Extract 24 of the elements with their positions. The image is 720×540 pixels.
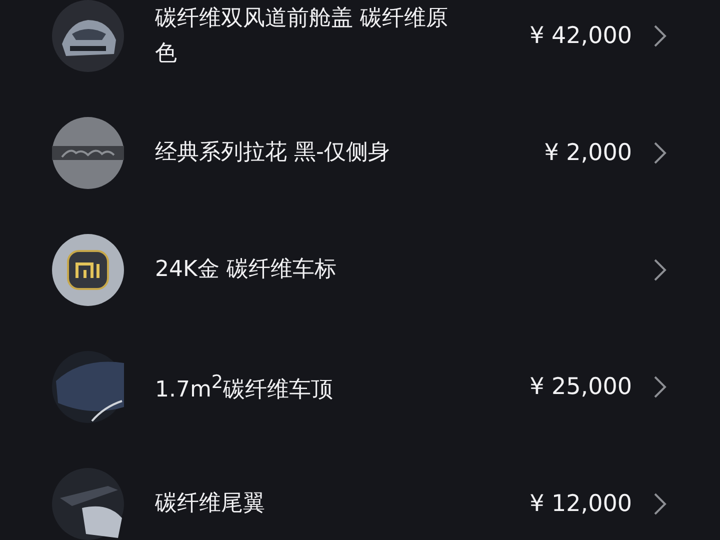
item-price: ¥ 12,000 xyxy=(530,490,632,516)
product-photo-placeholder xyxy=(52,116,124,188)
chevron-right-icon xyxy=(653,492,667,516)
logo-emblem-icon xyxy=(52,234,124,306)
item-price: ¥ 25,000 xyxy=(530,374,632,400)
chevron-right-icon xyxy=(653,374,667,398)
list-item[interactable]: 24K金 碳纤维车标 xyxy=(0,211,720,328)
chevron-right-icon xyxy=(653,258,667,282)
chevron-right-icon xyxy=(653,24,667,48)
item-price: ¥ 2,000 xyxy=(544,140,632,166)
list-item[interactable]: 碳纤维双风道前舱盖 碳纤维原色 ¥ 42,000 xyxy=(0,0,720,94)
list-item[interactable]: 1.7m$^{2}$碳纤维车顶 ¥ 25,000 xyxy=(0,328,720,445)
item-title: 1.7m$^{2}$碳纤维车顶 xyxy=(155,371,334,405)
product-photo-placeholder xyxy=(52,468,124,540)
product-photo-placeholder xyxy=(52,0,124,72)
item-title: 碳纤维双风道前舱盖 碳纤维原色 xyxy=(155,4,449,68)
list-item[interactable]: 经典系列拉花 黑-仅侧身 ¥ 2,000 xyxy=(0,94,720,211)
item-title: 经典系列拉花 黑-仅侧身 xyxy=(155,139,391,167)
list-item[interactable]: 碳纤维尾翼 ¥ 12,000 xyxy=(0,445,720,540)
chevron-right-icon xyxy=(653,140,667,164)
item-price: ¥ 42,000 xyxy=(530,22,632,48)
product-photo-placeholder xyxy=(52,350,124,422)
item-title: 碳纤维尾翼 xyxy=(155,490,266,518)
item-title: 24K金 碳纤维车标 xyxy=(155,256,338,284)
